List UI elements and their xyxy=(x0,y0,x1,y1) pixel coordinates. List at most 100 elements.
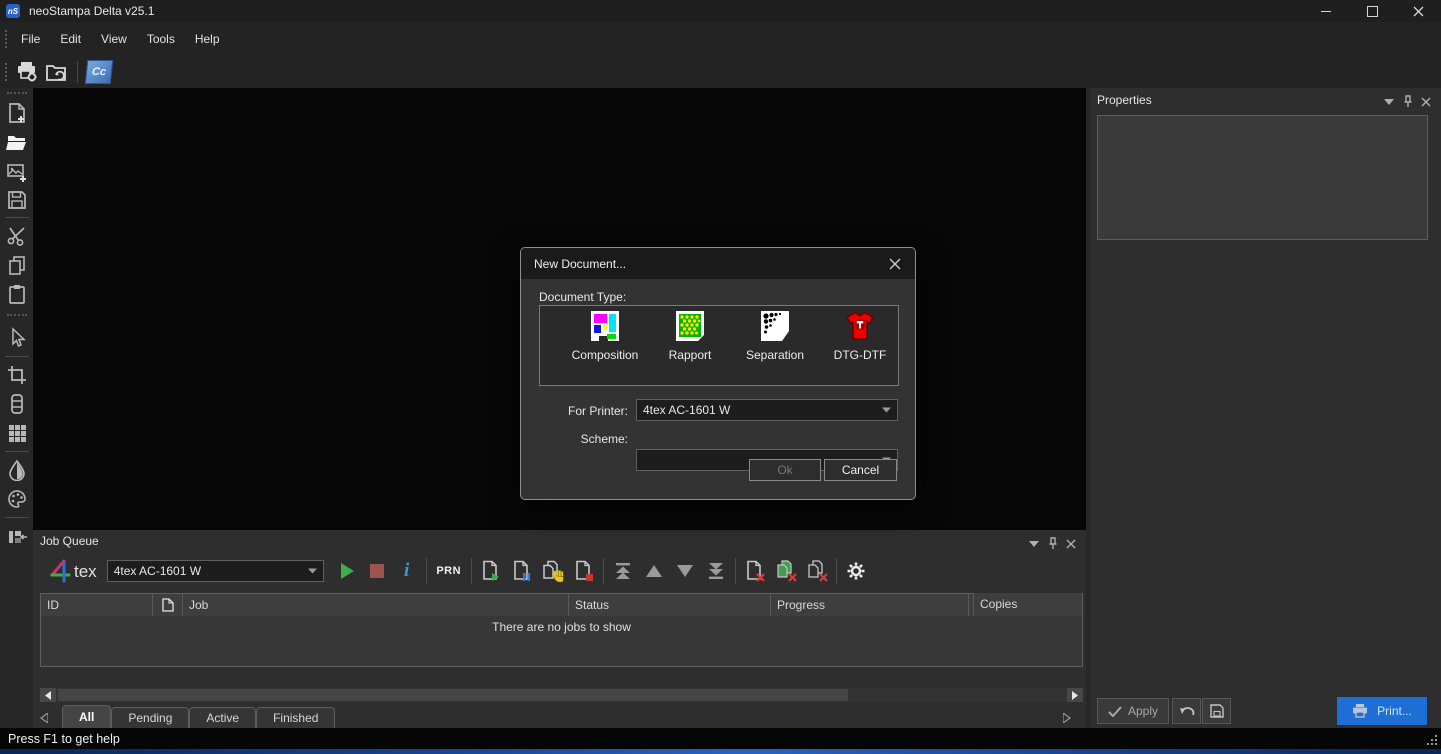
printer-select[interactable]: 4tex AC-1601 W xyxy=(636,399,898,421)
stop-job-button[interactable] xyxy=(571,558,597,584)
sidebar-grip[interactable] xyxy=(7,92,27,94)
scrollbar-thumb[interactable] xyxy=(58,689,848,701)
menu-view[interactable]: View xyxy=(91,28,137,50)
move-up-button[interactable] xyxy=(641,558,667,584)
tab-pending[interactable]: Pending xyxy=(111,707,189,728)
menu-file[interactable]: File xyxy=(11,28,50,50)
jq-sep-5 xyxy=(836,558,837,584)
column-header-copies[interactable]: Copies xyxy=(973,593,1082,615)
grid-layout-button[interactable] xyxy=(6,422,28,444)
dialog-close-icon[interactable] xyxy=(889,258,901,270)
panel-menu-icon[interactable] xyxy=(1384,99,1394,105)
cut-button[interactable] xyxy=(6,225,28,247)
type-composition[interactable]: Composition xyxy=(561,309,649,362)
ink-tool-button[interactable] xyxy=(6,459,28,481)
type-rapport[interactable]: Rapport xyxy=(646,309,734,362)
ok-button[interactable]: Ok xyxy=(749,459,821,481)
printer-setup-button[interactable] xyxy=(12,59,40,85)
pin-icon[interactable] xyxy=(1402,95,1413,108)
jq-menu-icon[interactable] xyxy=(1029,541,1039,547)
document-column-icon xyxy=(162,598,174,612)
color-tool-button[interactable] xyxy=(6,488,28,510)
prn-button[interactable]: PRN xyxy=(433,558,465,584)
menu-edit[interactable]: Edit xyxy=(50,28,91,50)
scroll-right-icon xyxy=(1072,691,1078,700)
properties-preview-box xyxy=(1097,115,1428,240)
minimize-button[interactable] xyxy=(1303,0,1349,22)
tab-active[interactable]: Active xyxy=(189,707,256,728)
tabs-scroll-left-icon[interactable] xyxy=(40,713,48,723)
printer-gear-icon xyxy=(14,60,38,84)
save-button[interactable] xyxy=(6,189,28,211)
pause-job-button[interactable] xyxy=(509,558,535,584)
toolbar-grip[interactable] xyxy=(5,63,7,81)
delete-job-icon xyxy=(744,560,766,582)
sidebar-separator xyxy=(5,217,29,218)
maximize-icon xyxy=(1367,6,1378,17)
queue-start-button[interactable] xyxy=(334,558,360,584)
sidebar-grip-2[interactable] xyxy=(7,314,27,316)
gear-icon xyxy=(845,560,867,582)
tab-finished[interactable]: Finished xyxy=(256,707,335,728)
queue-printer-select[interactable]: 4tex AC-1601 W xyxy=(107,560,324,582)
column-header-status[interactable]: Status xyxy=(569,594,771,616)
close-button[interactable] xyxy=(1395,0,1441,22)
resize-grip[interactable] xyxy=(1428,736,1437,745)
queue-settings-button[interactable] xyxy=(843,558,869,584)
start-job-button[interactable] xyxy=(478,558,504,584)
crop-tool-button[interactable] xyxy=(6,364,28,386)
application-window: nS neoStampa Delta v25.1 File Edit View … xyxy=(0,0,1441,754)
hold-jobs-button[interactable] xyxy=(540,558,566,584)
panel-close-icon[interactable] xyxy=(1421,97,1431,107)
column-header-progress[interactable]: Progress xyxy=(771,594,969,616)
scroll-right-button[interactable] xyxy=(1067,688,1083,702)
maximize-button[interactable] xyxy=(1349,0,1395,22)
media-roll-button[interactable] xyxy=(6,393,28,415)
job-start-icon xyxy=(480,560,502,582)
app-logo-icon: nS xyxy=(6,4,20,18)
undo-button[interactable] xyxy=(1172,698,1201,724)
jq-pin-icon[interactable] xyxy=(1047,537,1058,550)
apply-button[interactable]: Apply xyxy=(1097,698,1169,724)
printer-select-value: 4tex AC-1601 W xyxy=(643,403,730,417)
delete-finished-button[interactable] xyxy=(773,558,799,584)
type-dtg-dtf[interactable]: DTG-DTF xyxy=(816,309,904,362)
menu-tools[interactable]: Tools xyxy=(137,28,185,50)
queue-printer-value: 4tex AC-1601 W xyxy=(114,564,201,578)
dock-panel-button[interactable] xyxy=(6,526,28,548)
queue-stop-button[interactable] xyxy=(364,558,390,584)
tabs-scroll-right-icon[interactable] xyxy=(1063,713,1071,723)
open-file-button[interactable] xyxy=(6,131,28,153)
dialog-title-bar[interactable]: New Document... xyxy=(521,248,915,279)
column-header-id[interactable]: ID xyxy=(41,594,153,616)
copy-button[interactable] xyxy=(6,254,28,276)
move-bottom-button[interactable] xyxy=(703,558,729,584)
paste-button[interactable] xyxy=(6,283,28,305)
type-separation[interactable]: Separation xyxy=(731,309,819,362)
new-document-button[interactable] xyxy=(6,102,28,124)
queue-hscrollbar[interactable] xyxy=(40,688,1083,702)
menubar-grip[interactable] xyxy=(5,30,7,48)
delete-job-button[interactable] xyxy=(742,558,768,584)
desktop-taskbar-edge xyxy=(0,749,1441,754)
scroll-left-button[interactable] xyxy=(40,688,56,702)
column-header-job[interactable]: Job xyxy=(183,594,569,616)
save-scheme-button[interactable] xyxy=(1202,698,1231,724)
column-header-type[interactable] xyxy=(153,594,183,616)
jobs-table: ID Job Status Progress Remaining There a… xyxy=(40,593,1083,667)
open-folder-sync-button[interactable] xyxy=(42,59,70,85)
color-correction-button[interactable]: Cc xyxy=(85,59,113,85)
select-tool-button[interactable] xyxy=(6,327,28,349)
cancel-button[interactable]: Cancel xyxy=(824,459,897,481)
move-down-button[interactable] xyxy=(672,558,698,584)
menu-help[interactable]: Help xyxy=(185,28,230,50)
job-info-button[interactable]: i xyxy=(394,558,420,584)
delete-all-button[interactable] xyxy=(804,558,830,584)
add-image-button[interactable] xyxy=(6,161,28,183)
jq-close-icon[interactable] xyxy=(1066,539,1076,549)
move-top-button[interactable] xyxy=(610,558,636,584)
print-icon xyxy=(1352,704,1368,718)
print-button[interactable]: Print... xyxy=(1337,697,1427,725)
tab-all[interactable]: All xyxy=(62,705,111,728)
main-toolbar: Cc xyxy=(0,55,1441,88)
